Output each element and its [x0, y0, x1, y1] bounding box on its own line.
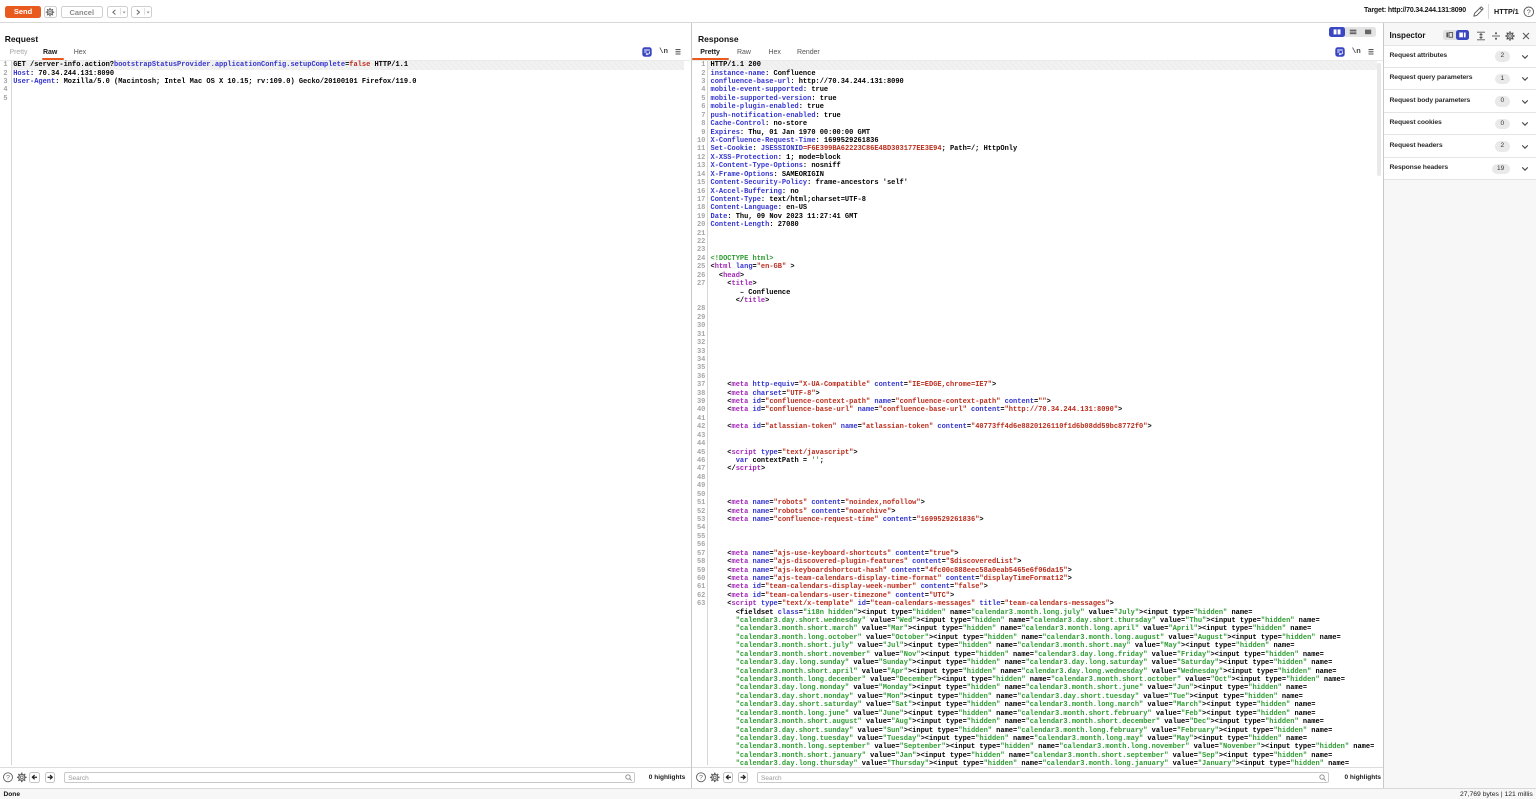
svg-text:?: ?	[700, 775, 704, 782]
svg-text:?: ?	[1527, 7, 1531, 16]
svg-text:?: ?	[6, 775, 10, 782]
